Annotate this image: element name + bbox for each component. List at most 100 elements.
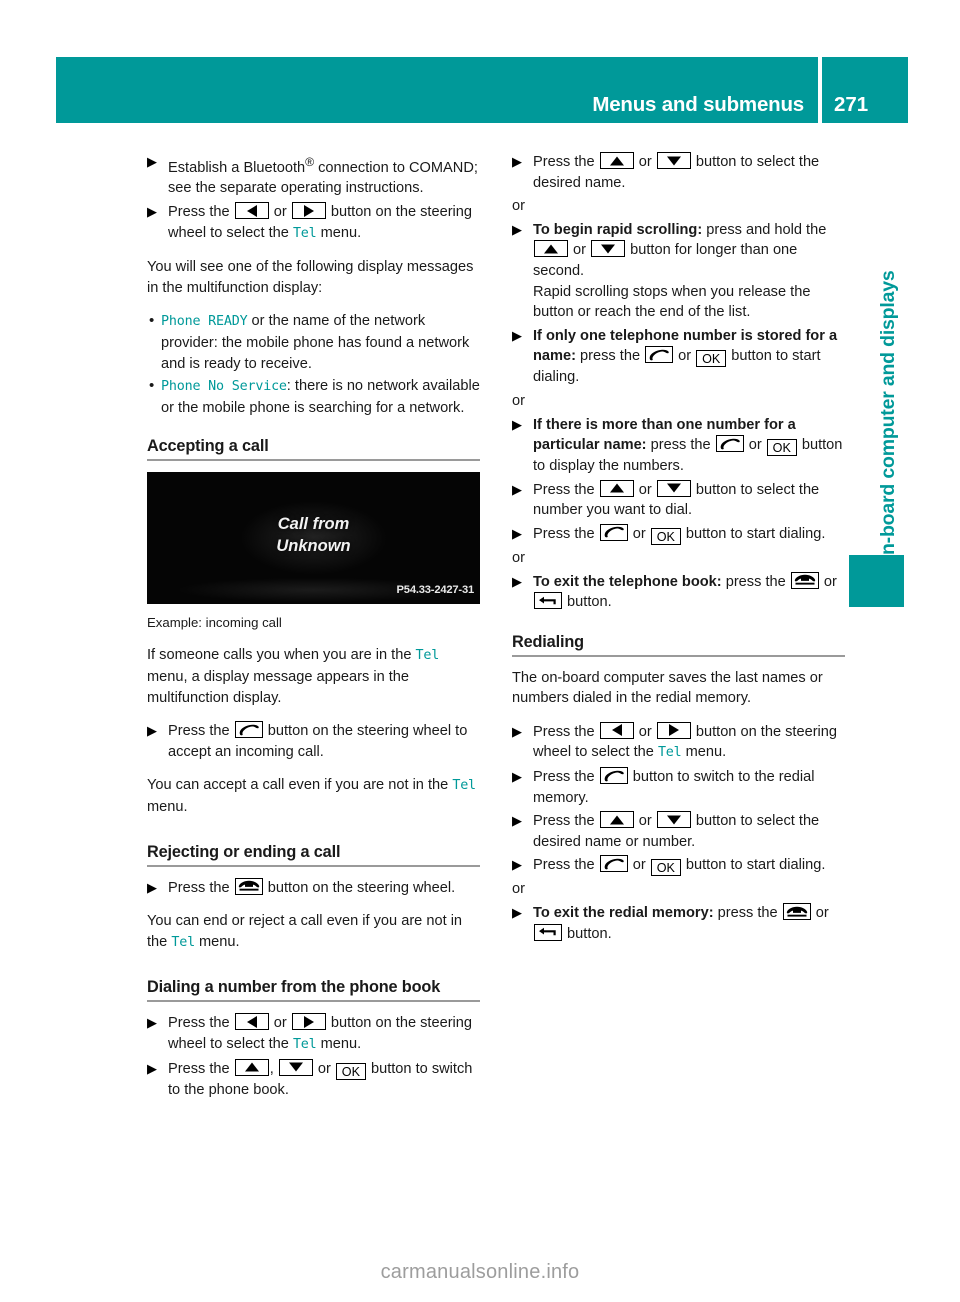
step-text: To exit the telephone book: press the or… <box>533 571 837 611</box>
right-arrow-icon <box>303 1015 314 1028</box>
end-call-icon <box>238 880 259 891</box>
up-arrow-key[interactable] <box>599 479 634 497</box>
right-arrow-key[interactable] <box>291 202 326 220</box>
left-arrow-key[interactable] <box>599 721 634 739</box>
down-arrow-icon <box>666 156 681 165</box>
up-arrow-key[interactable] <box>599 152 634 169</box>
step-text: Press the or button to select the desire… <box>533 811 820 850</box>
right-arrow-key[interactable] <box>291 1013 326 1031</box>
step-text: Press the button to switch to the redial… <box>533 767 815 806</box>
accept-call-key[interactable] <box>599 523 628 541</box>
heading-rule <box>147 1000 480 1003</box>
step-switch-to-phone-book: ▶ Press the , or OK button to switch to … <box>147 1058 480 1101</box>
chapter-side-tab-marker <box>849 555 904 607</box>
chapter-side-tab-label: On-board computer and displays <box>877 270 899 570</box>
accept-call-icon <box>649 349 669 361</box>
step-lead-in: To begin rapid scrolling: <box>533 221 703 238</box>
figure-display-text: Call from Unknown <box>147 513 480 557</box>
left-arrow-icon <box>611 724 622 737</box>
accept-call-key[interactable] <box>715 435 744 453</box>
step-marker-icon: ▶ <box>512 813 522 829</box>
phone-ready-token: Phone READY <box>161 314 248 330</box>
end-call-key[interactable] <box>782 903 811 921</box>
heading-accepting-a-call: Accepting a call <box>147 437 269 456</box>
heading-rule <box>147 459 480 462</box>
accept-call-key[interactable] <box>599 855 628 873</box>
accept-call-key[interactable] <box>234 721 263 739</box>
step-exit-redial-memory: ▶ To exit the redial memory: press the o… <box>512 903 845 944</box>
bullet-phone-no-service: • Phone No Service: there is no network … <box>147 376 480 418</box>
paragraph-accept-even-if-not-in-tel: You can accept a call even if you are no… <box>147 777 476 815</box>
up-arrow-icon <box>609 815 624 825</box>
ok-key[interactable]: OK <box>335 1062 366 1080</box>
up-arrow-icon <box>244 1062 259 1072</box>
bullet-phone-ready: • Phone READY or the name of the network… <box>147 311 480 374</box>
or-separator: or <box>512 549 525 566</box>
ok-key[interactable]: OK <box>766 439 797 457</box>
step-marker-icon: ▶ <box>147 1015 157 1031</box>
step-establish-bluetooth: ▶ Establish a Bluetooth® connection to C… <box>147 152 480 199</box>
up-arrow-key[interactable] <box>234 1058 269 1076</box>
page-title: Menus and submenus <box>592 92 804 116</box>
step-marker-icon: ▶ <box>147 154 157 169</box>
down-arrow-key[interactable] <box>656 152 691 169</box>
left-arrow-key[interactable] <box>234 202 269 220</box>
up-arrow-key[interactable] <box>599 811 634 829</box>
ok-key[interactable]: OK <box>696 350 727 368</box>
step-redial-start-dialing: ▶ Press the or OK button to start dialin… <box>512 855 845 877</box>
tel-menu-token: Tel <box>415 648 440 664</box>
figure-line-1: Call from <box>277 515 350 534</box>
end-call-key[interactable] <box>234 877 263 895</box>
step-rapid-scrolling: ▶ To begin rapid scrolling: press and ho… <box>512 220 845 323</box>
back-arrow-icon <box>539 596 556 604</box>
accept-call-key[interactable] <box>645 346 674 364</box>
down-arrow-key[interactable] <box>656 811 691 829</box>
step-text: Press the button on the steering wheel t… <box>168 721 468 760</box>
accept-call-key[interactable] <box>599 767 628 785</box>
figure-line-2: Unknown <box>276 537 351 556</box>
down-arrow-key[interactable] <box>591 240 626 258</box>
tel-menu-token: Tel <box>452 778 476 794</box>
figure-reference-code: P54.33-2427-31 <box>396 583 475 596</box>
ok-key[interactable]: OK <box>650 527 681 545</box>
step-marker-icon: ▶ <box>512 416 522 432</box>
chapter-side-tab: On-board computer and displays <box>845 140 904 607</box>
down-arrow-key[interactable] <box>278 1058 313 1076</box>
left-arrow-key[interactable] <box>234 1013 269 1031</box>
phone-no-service-token: Phone No Service <box>161 379 287 395</box>
right-arrow-key[interactable] <box>656 721 691 739</box>
step-text: If only one telephone number is stored f… <box>533 327 838 386</box>
step-one-number-stored: ▶ If only one telephone number is stored… <box>512 326 845 388</box>
step-text: If there is more than one number for a p… <box>533 416 843 475</box>
end-call-icon <box>786 906 807 917</box>
end-call-key[interactable] <box>790 571 819 589</box>
ok-key[interactable]: OK <box>650 859 681 877</box>
step-marker-icon: ▶ <box>147 204 157 220</box>
step-more-than-one-number: ▶ If there is more than one number for a… <box>512 415 845 477</box>
step-text: Establish a Bluetooth® connection to COM… <box>168 155 478 197</box>
step-marker-icon: ▶ <box>512 905 522 921</box>
paragraph-if-someone-calls: If someone calls you when you are in the… <box>147 647 440 706</box>
page-header: Menus and submenus 271 <box>56 57 908 123</box>
paragraph-redial-memory: The on-board computer saves the last nam… <box>512 669 823 707</box>
step-marker-icon: ▶ <box>512 723 522 739</box>
up-arrow-icon <box>544 244 558 254</box>
step-marker-icon: ▶ <box>512 154 522 169</box>
bullet-dot-icon: • <box>149 312 155 330</box>
right-text-column: ▶ Press the or button to select the desi… <box>512 152 845 947</box>
bullet-text: Phone READY or the name of the network p… <box>161 313 470 372</box>
header-title-block: Menus and submenus <box>56 57 818 123</box>
down-arrow-icon <box>601 244 616 254</box>
up-arrow-key[interactable] <box>534 240 568 258</box>
back-key[interactable] <box>534 923 562 941</box>
step-text: To begin rapid scrolling: press and hold… <box>533 221 827 321</box>
accept-call-icon <box>720 438 740 449</box>
step-text: Press the , or OK button to switch to th… <box>168 1058 473 1098</box>
down-arrow-key[interactable] <box>656 479 691 497</box>
back-key[interactable] <box>534 592 562 610</box>
step-text: Press the or button to select the number… <box>533 479 820 519</box>
left-arrow-icon <box>246 204 257 217</box>
tel-menu-token: Tel <box>292 225 317 241</box>
accept-call-icon <box>604 858 624 870</box>
accept-call-icon <box>604 527 624 538</box>
